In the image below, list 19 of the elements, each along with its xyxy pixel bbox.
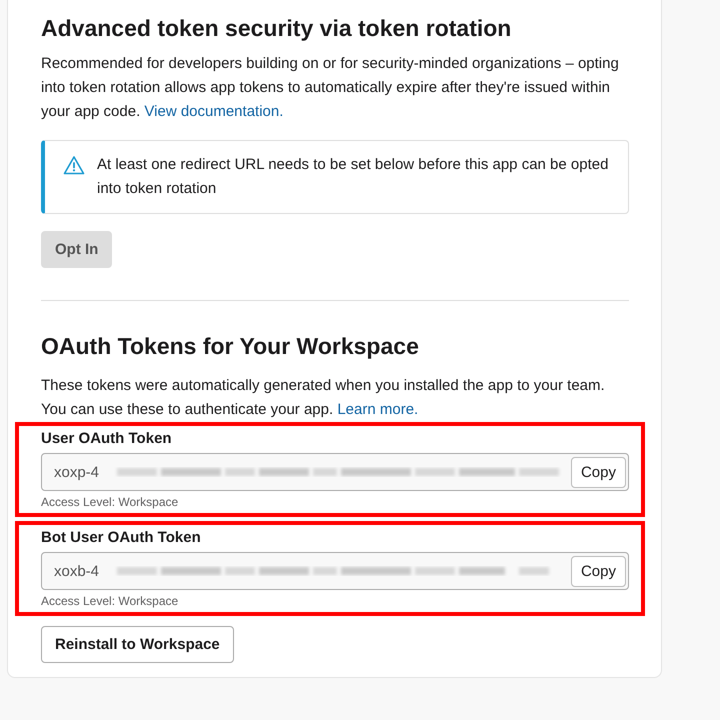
alert-message: At least one redirect URL needs to be set below before this app can be opted into token rotation — [97, 155, 610, 199]
copy-button[interactable]: Copy — [570, 456, 626, 488]
token-field[interactable]: xoxb-4 Copy — [41, 552, 629, 590]
reinstall-button[interactable]: Reinstall to Workspace — [41, 626, 234, 663]
token-field[interactable]: xoxp-4 Copy — [41, 453, 629, 491]
copy-button[interactable]: Copy — [570, 556, 626, 586]
learn-more-link[interactable]: Learn more. — [337, 401, 418, 418]
access-level-text: Access Level: Workspace — [41, 594, 180, 608]
warning-icon — [63, 155, 85, 175]
token-value: xoxb-4 — [54, 562, 100, 580]
access-level-text: Access Level: Workspace — [41, 495, 180, 509]
token-label: Bot User OAuth Token — [41, 529, 202, 546]
section-heading: OAuth Tokens for Your Workspace — [41, 333, 420, 360]
section-heading: Advanced token security via token rotation — [41, 15, 512, 42]
documentation-link[interactable]: View documentation. — [144, 103, 284, 120]
section-description: These tokens were automatically generated when you installed the app to your team. You can use these to authenticate your app. Learn more. — [41, 376, 606, 420]
token-label: User OAuth Token — [41, 430, 173, 447]
token-value: xoxp-4 — [54, 464, 100, 480]
section-description: Recommended for developers building on or for security-minded organizations – opting into token rotation allows app tokens to automatically expire after they're issued within your app code. View documentation. — [41, 54, 620, 122]
